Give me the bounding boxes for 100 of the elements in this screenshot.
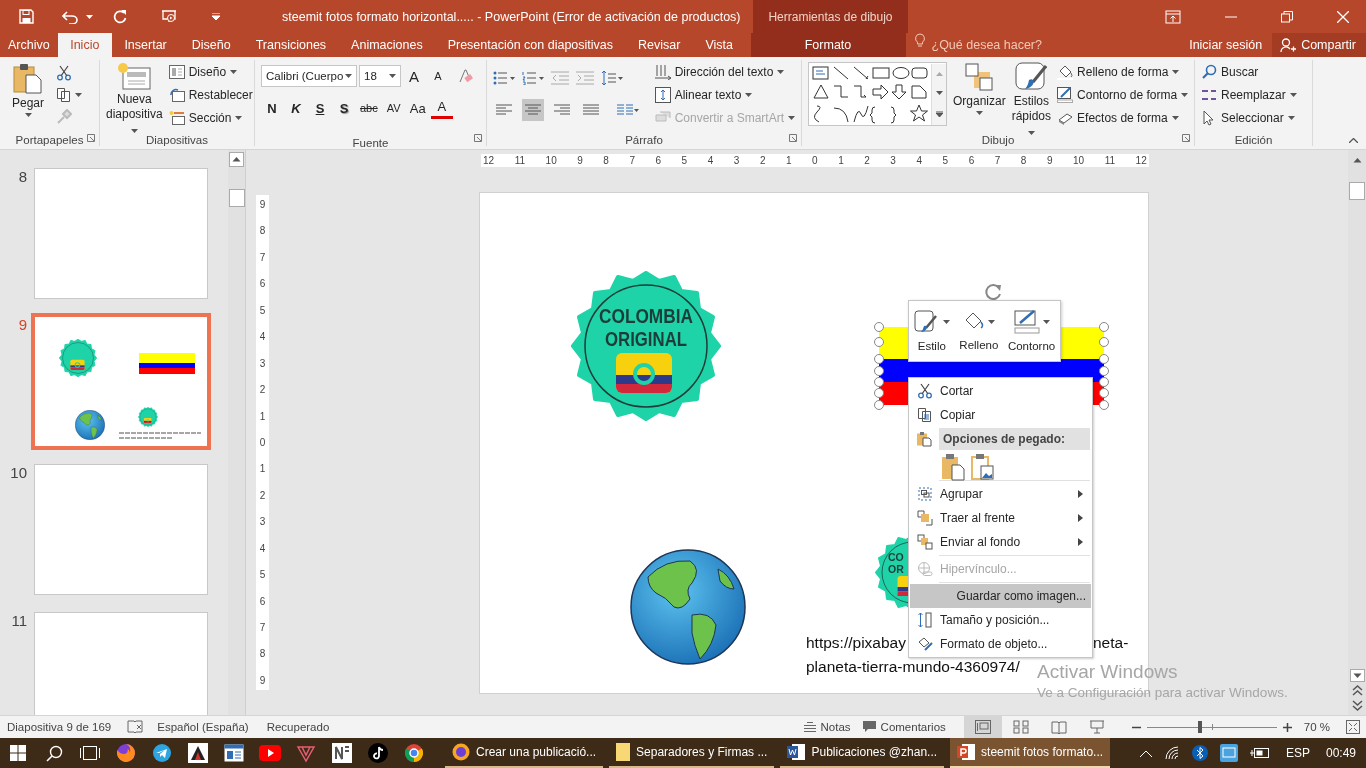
dialog-launcher-icon[interactable]	[474, 134, 482, 142]
save-icon[interactable]	[19, 9, 34, 24]
slide-thumbnail[interactable]	[34, 612, 208, 715]
document-icon[interactable]	[332, 743, 352, 763]
battery-icon[interactable]	[1249, 747, 1270, 759]
language-button[interactable]: Español (España)	[157, 721, 249, 733]
line-spacing-icon[interactable]	[601, 70, 623, 86]
taskbar-button[interactable]: Separadores y Firmas ...	[609, 738, 775, 768]
select-button[interactable]: Seleccionar	[1201, 108, 1295, 127]
font-name-dropdown[interactable]: Calibri (Cuerpo	[261, 65, 357, 87]
notes-button[interactable]: Notas	[803, 721, 851, 733]
format-button[interactable]: N	[261, 97, 283, 119]
zoom-slider[interactable]	[1146, 720, 1277, 734]
taskbar-button[interactable]: Publicaciones @zhan...	[780, 738, 945, 768]
slide-thumbnail[interactable]	[34, 464, 208, 595]
menu-item[interactable]: Cortar	[910, 379, 1091, 403]
view-button[interactable]	[963, 716, 1002, 738]
fit-to-window-icon[interactable]	[1346, 720, 1360, 734]
arrange-button[interactable]: Organizar	[953, 62, 1006, 115]
menu-item[interactable]: Formato de objeto...	[910, 632, 1091, 656]
play-icon[interactable]	[259, 745, 281, 761]
menu-item[interactable]: Copiar	[910, 403, 1091, 427]
scroll-down-icon[interactable]	[935, 91, 943, 96]
bluetooth-icon[interactable]	[1191, 745, 1208, 761]
taskbar-button[interactable]: steemit fotos formato...	[950, 738, 1111, 768]
redo-icon[interactable]	[113, 9, 127, 24]
shrink-font-button[interactable]: A	[427, 65, 449, 87]
undo-icon[interactable]	[62, 9, 78, 24]
task-view-icon[interactable]	[79, 746, 101, 760]
paper-plane-icon[interactable]	[152, 743, 172, 763]
reset-button[interactable]: Restablecer	[168, 85, 253, 104]
ribbon-tab[interactable]: Presentación con diapositivas	[435, 33, 626, 57]
mini-toolbar-button[interactable]: Estilo	[913, 310, 950, 352]
ribbon-tab[interactable]: Transiciones	[243, 33, 339, 57]
mini-toolbar-button[interactable]: Contorno	[1007, 310, 1056, 352]
align-text-button[interactable]: Alinear texto	[654, 85, 753, 104]
ribbon-tab[interactable]: Diseño	[179, 33, 244, 57]
start-icon[interactable]	[10, 745, 26, 761]
section-button[interactable]: Sección	[168, 108, 243, 127]
format-button[interactable]: abc	[357, 97, 381, 119]
dialog-launcher-icon[interactable]	[789, 134, 797, 142]
ribbon-tab[interactable]: Inicio	[57, 33, 112, 57]
close-icon[interactable]	[1337, 10, 1349, 23]
paste-button[interactable]: Pegar	[6, 62, 50, 117]
format-button[interactable]: A	[430, 97, 453, 119]
sign-in-link[interactable]: Iniciar sesión	[1179, 33, 1273, 57]
columns-icon[interactable]	[617, 104, 639, 116]
restore-icon[interactable]	[1281, 10, 1293, 23]
rotate-handle[interactable]	[983, 282, 1003, 302]
menu-item[interactable]: Enviar al fondo	[910, 530, 1091, 554]
menu-item[interactable]: Traer al frente	[910, 506, 1091, 530]
layout-button[interactable]: Diseño	[168, 62, 238, 81]
more-icon[interactable]	[935, 111, 943, 118]
mini-toolbar-button[interactable]: Relleno	[959, 311, 999, 351]
wifi-icon[interactable]	[1163, 746, 1180, 760]
new-slide-button[interactable]: Nueva diapositiva	[106, 62, 163, 137]
paste-picture-icon[interactable]	[971, 453, 995, 481]
ribbon-tab[interactable]: Insertar	[111, 33, 180, 57]
shape-effects-button[interactable]: Efectos de forma	[1057, 108, 1179, 127]
ribbon-tab[interactable]: Vista	[692, 33, 746, 57]
comments-button[interactable]: Comentarios	[862, 721, 946, 733]
ribbon-tab[interactable]: Animaciones	[338, 33, 436, 57]
text-direction-button[interactable]: Dirección del texto	[654, 62, 785, 81]
restore-ribbon-icon[interactable]	[1165, 9, 1181, 24]
show-hidden-icons-icon[interactable]	[1139, 749, 1152, 757]
triangle-logo-icon[interactable]	[188, 743, 208, 763]
clear-formatting-icon[interactable]	[457, 68, 473, 84]
format-button[interactable]: K	[285, 97, 307, 119]
browser-icon[interactable]	[116, 743, 136, 763]
ribbon-tab[interactable]: Archivo	[0, 33, 58, 57]
music-note-icon[interactable]	[368, 743, 388, 763]
collapse-ribbon-icon[interactable]	[1349, 138, 1358, 143]
ribbon-tab[interactable]: Formato	[750, 33, 906, 57]
taskbar-button[interactable]: Crear una publicació...	[445, 738, 604, 768]
slide-thumbnail[interactable]	[34, 316, 208, 447]
format-button[interactable]: S	[309, 97, 331, 119]
network-app-icon[interactable]	[1219, 744, 1238, 762]
grow-font-button[interactable]: A	[403, 65, 425, 87]
numbering-icon[interactable]	[522, 71, 544, 85]
bullets-icon[interactable]	[493, 71, 515, 85]
format-button[interactable]: Aa	[406, 97, 429, 119]
scroll-up-button[interactable]	[229, 152, 244, 167]
caret-icon[interactable]	[86, 14, 93, 19]
scissors-icon[interactable]	[56, 65, 72, 81]
newspaper-icon[interactable]	[224, 744, 244, 762]
search-icon[interactable]	[45, 744, 63, 762]
format-button[interactable]: AV	[382, 97, 405, 119]
menu-item[interactable]: Guardar como imagen...	[910, 584, 1091, 608]
dialog-launcher-icon[interactable]	[87, 134, 95, 142]
ribbon-logo-icon[interactable]	[296, 743, 316, 763]
find-button[interactable]: Buscar	[1201, 62, 1259, 81]
browser-icon[interactable]	[404, 743, 424, 763]
ribbon-tab[interactable]: Revisar	[625, 33, 693, 57]
replace-button[interactable]: Reemplazar	[1201, 85, 1297, 104]
spelling-icon[interactable]	[127, 720, 144, 734]
slide-thumbnail[interactable]	[34, 168, 208, 299]
shape-outline-button[interactable]: Contorno de forma	[1057, 85, 1189, 104]
customize-icon[interactable]	[212, 13, 220, 20]
font-size-dropdown[interactable]: 18	[359, 65, 401, 87]
scroll-down-button[interactable]	[1349, 669, 1365, 682]
